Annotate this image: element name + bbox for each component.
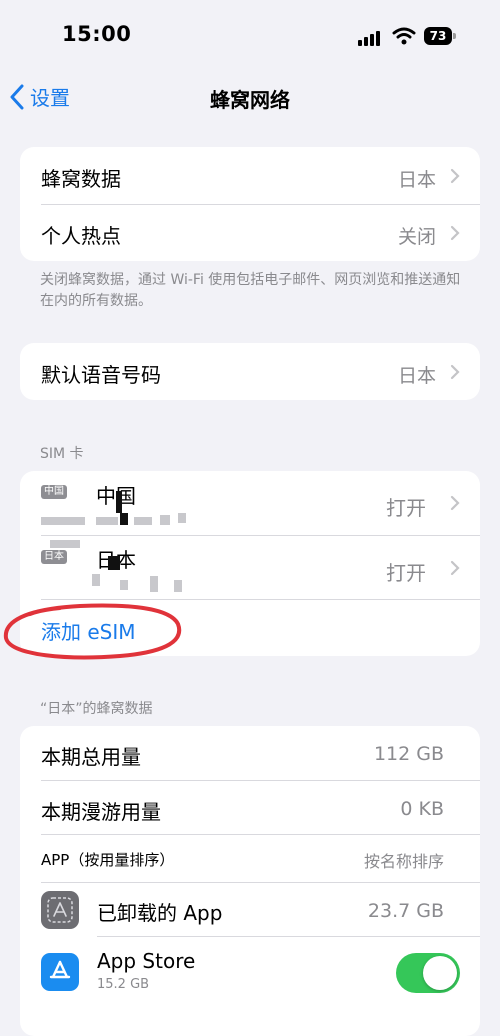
red-circle-annotation xyxy=(3,603,182,660)
sim-tag: 中国 xyxy=(41,485,67,499)
sim-item-japan[interactable]: 日本 日本 打开 xyxy=(20,536,480,600)
row-label: 蜂窝数据 xyxy=(41,167,121,191)
redaction xyxy=(150,576,158,592)
app-row-app-store: App Store 15.2 GB xyxy=(20,937,480,1009)
row-value: 日本 xyxy=(397,365,436,387)
status-time: 15:00 xyxy=(62,22,132,46)
cellular-data-row[interactable]: 蜂窝数据 日本 xyxy=(20,147,480,204)
row-label: 本期总用量 xyxy=(41,745,141,769)
sim-tag: 日本 xyxy=(41,550,67,564)
chevron-right-icon xyxy=(450,495,460,511)
cellular-data-footer: 关闭蜂窝数据，通过 Wi-Fi 使用包括电子邮件、网页浏览和推送通知在内的所有数… xyxy=(40,272,461,309)
redaction xyxy=(178,513,186,523)
battery-icon: 73 xyxy=(424,27,452,45)
redaction xyxy=(160,515,170,525)
sim-item-china[interactable]: 中国 中国 打开 xyxy=(20,471,480,535)
usage-row-total: 本期总用量 112 GB xyxy=(20,726,480,780)
row-value: 日本 xyxy=(397,169,436,191)
sim-status: 打开 xyxy=(386,496,426,520)
app-usage: 15.2 GB xyxy=(97,977,150,992)
sim-status: 打开 xyxy=(386,561,426,585)
redaction xyxy=(134,517,152,525)
app-store-cellular-toggle[interactable] xyxy=(396,953,460,993)
row-label: 本期漫游用量 xyxy=(41,800,161,824)
uninstalled-apps-icon xyxy=(41,891,79,929)
redaction xyxy=(41,517,85,525)
row-value: 0 KB xyxy=(400,798,444,820)
row-label: 默认语音号码 xyxy=(41,363,161,387)
default-voice-number-row[interactable]: 默认语音号码 日本 xyxy=(20,343,480,400)
apps-header-row: APP（按用量排序） 按名称排序 xyxy=(20,835,480,882)
personal-hotspot-row[interactable]: 个人热点 关闭 xyxy=(20,205,480,261)
row-value: 112 GB xyxy=(373,743,444,765)
redaction xyxy=(96,517,118,525)
usage-card: 本期总用量 112 GB 本期漫游用量 0 KB APP（按用量排序） 按名称排… xyxy=(20,726,480,1036)
row-value: 关闭 xyxy=(397,226,436,248)
voice-number-card: 默认语音号码 日本 xyxy=(20,343,480,400)
redaction xyxy=(174,580,182,592)
redaction xyxy=(120,580,128,590)
usage-section-header: “日本”的蜂窝数据 xyxy=(40,701,153,717)
apps-header: APP（按用量排序） xyxy=(41,851,175,869)
app-name: App Store xyxy=(97,949,196,973)
app-name: 已卸载的 App xyxy=(97,901,223,925)
sim-section-header: SIM 卡 xyxy=(40,446,84,462)
battery-tip xyxy=(453,33,456,39)
usage-row-roaming: 本期漫游用量 0 KB xyxy=(20,781,480,835)
chevron-right-icon xyxy=(450,364,460,380)
redaction xyxy=(92,574,100,586)
sort-by-name-link[interactable]: 按名称排序 xyxy=(364,848,444,872)
wifi-icon xyxy=(392,27,416,45)
redaction xyxy=(116,491,122,513)
chevron-right-icon xyxy=(450,225,460,241)
toggle-knob xyxy=(423,956,457,990)
cellular-signal-icon xyxy=(358,30,384,46)
app-usage: 23.7 GB xyxy=(367,900,444,922)
chevron-right-icon xyxy=(450,168,460,184)
redaction xyxy=(50,540,80,548)
app-store-icon xyxy=(41,953,79,991)
redaction xyxy=(108,556,120,570)
cellular-settings-card: 蜂窝数据 日本 个人热点 关闭 xyxy=(20,147,480,261)
page-title: 蜂窝网络 xyxy=(210,88,290,112)
chevron-right-icon xyxy=(450,560,460,576)
row-label: 个人热点 xyxy=(41,224,121,248)
app-row-uninstalled[interactable]: 已卸载的 App 23.7 GB xyxy=(20,883,480,937)
redaction xyxy=(120,513,128,525)
